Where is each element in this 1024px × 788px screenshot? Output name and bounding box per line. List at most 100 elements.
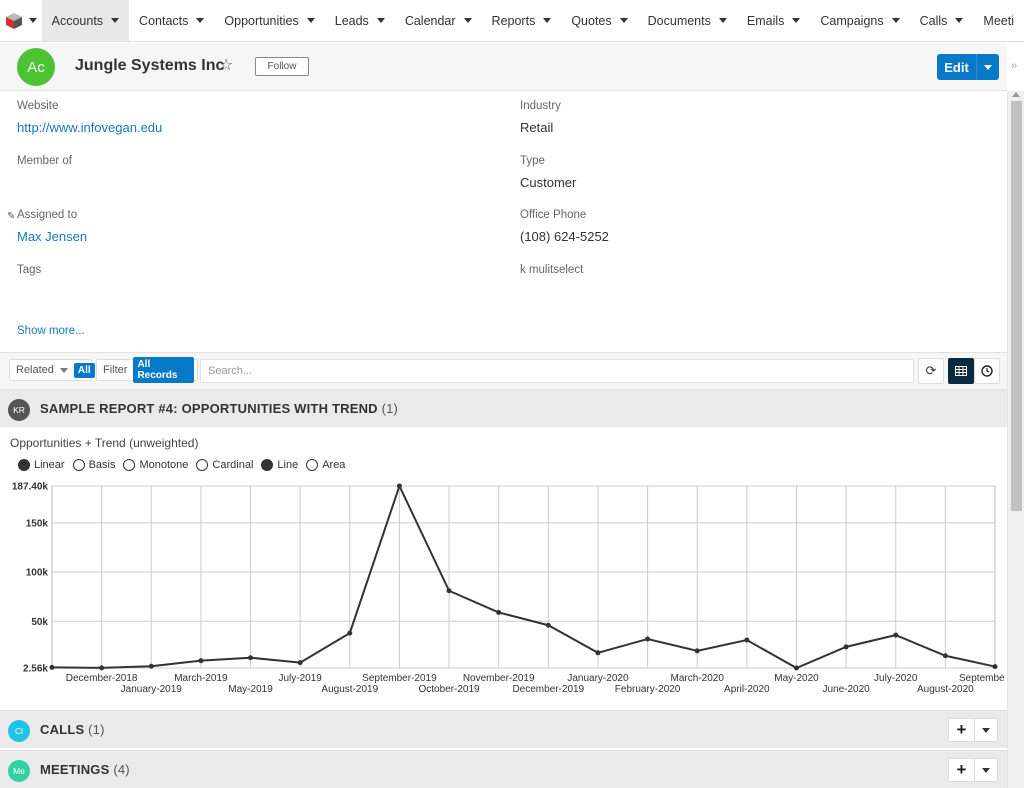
chart-option-label: Area bbox=[322, 459, 346, 471]
scroll-thumb[interactable] bbox=[1011, 101, 1022, 511]
chevron-down-icon[interactable] bbox=[718, 18, 727, 23]
nav-tab-accounts[interactable]: Accounts bbox=[41, 0, 130, 41]
radio-icon[interactable] bbox=[261, 459, 274, 471]
nav-tab-label: Opportunities bbox=[224, 13, 299, 28]
chart-option-cardinal[interactable]: Cardinal bbox=[196, 459, 253, 471]
nav-tab-opportunities[interactable]: Opportunities bbox=[214, 0, 324, 41]
x-tick-label: May-2019 bbox=[228, 684, 273, 695]
chart-option-line[interactable]: Line bbox=[261, 459, 298, 471]
edit-button-group: Edit bbox=[937, 54, 999, 80]
nav-tab-campaigns[interactable]: Campaigns bbox=[810, 0, 909, 41]
data-point bbox=[992, 664, 998, 670]
calls-dashlet-header[interactable]: Cl CALLS (1) + bbox=[0, 710, 1007, 748]
x-tick-label: December-2019 bbox=[512, 684, 584, 695]
chart-option-label: Line bbox=[277, 459, 299, 471]
nav-tab-calls[interactable]: Calls bbox=[910, 0, 974, 41]
chevron-down-icon[interactable] bbox=[792, 18, 801, 23]
y-tick-label: 187.40k bbox=[12, 482, 49, 493]
radio-icon[interactable] bbox=[72, 459, 85, 471]
pencil-icon[interactable]: ✎ bbox=[7, 211, 15, 222]
meetings-dashlet-header[interactable]: Me MEETINGS (4) + bbox=[0, 750, 1007, 788]
chevron-down-icon[interactable] bbox=[111, 18, 120, 23]
opportunities-trend-chart: 2.56k50k100k150k187.40kDecember-2018Janu… bbox=[12, 482, 1005, 696]
nav-tab-label: Contacts bbox=[139, 13, 189, 28]
chevron-down-icon[interactable] bbox=[619, 18, 628, 23]
refresh-icon[interactable]: ⟳ bbox=[918, 358, 944, 384]
follow-button[interactable]: Follow bbox=[255, 57, 309, 76]
assigned-to-label: Assigned to bbox=[17, 209, 78, 221]
nav-tab-leads[interactable]: Leads bbox=[325, 0, 395, 41]
activity-stream-icon[interactable] bbox=[974, 358, 1000, 384]
app-logo-menu[interactable] bbox=[0, 0, 42, 41]
clock-icon bbox=[981, 365, 993, 377]
chevron-down-icon[interactable] bbox=[306, 18, 315, 23]
plot-area bbox=[51, 485, 996, 669]
nav-tab-contacts[interactable]: Contacts bbox=[129, 0, 214, 41]
data-point bbox=[148, 663, 154, 669]
nav-tab-label: Calls bbox=[919, 13, 948, 28]
calls-actions-dropdown[interactable] bbox=[975, 719, 997, 741]
edit-button[interactable]: Edit bbox=[937, 54, 977, 80]
report-dashlet-title: SAMPLE REPORT #4: OPPORTUNITIES WITH TRE… bbox=[40, 401, 398, 416]
report-dashlet-header[interactable]: KR SAMPLE REPORT #4: OPPORTUNITIES WITH … bbox=[0, 389, 1007, 427]
x-tick-label: December-2018 bbox=[66, 673, 138, 684]
plus-icon[interactable]: + bbox=[949, 759, 975, 781]
data-point bbox=[893, 632, 899, 638]
data-point bbox=[545, 622, 551, 628]
plus-icon[interactable]: + bbox=[949, 719, 975, 741]
radio-icon[interactable] bbox=[18, 459, 30, 471]
data-point bbox=[396, 483, 402, 489]
chart-option-label: Linear bbox=[34, 459, 65, 471]
chevron-down-icon[interactable] bbox=[196, 18, 205, 23]
x-tick-label: January-2020 bbox=[567, 673, 629, 684]
chart-option-monotone[interactable]: Monotone bbox=[123, 459, 188, 471]
calls-count: (1) bbox=[88, 722, 105, 737]
data-point bbox=[843, 644, 849, 650]
double-chevron-right-icon[interactable]: » bbox=[1011, 60, 1017, 72]
x-tick-label: October-2019 bbox=[418, 684, 480, 695]
chevron-down-icon[interactable] bbox=[891, 18, 900, 23]
data-point bbox=[793, 665, 799, 671]
nav-tab-meeti[interactable]: Meeti bbox=[973, 0, 1024, 41]
radio-icon[interactable] bbox=[123, 459, 136, 471]
nav-tab-emails[interactable]: Emails bbox=[737, 0, 811, 41]
nav-tab-quotes[interactable]: Quotes bbox=[561, 0, 637, 41]
data-point bbox=[496, 609, 502, 615]
record-header: Ac Jungle Systems Inc ☆ Follow Edit bbox=[0, 43, 1007, 91]
records-filter[interactable]: Filter All Records bbox=[96, 357, 198, 383]
meetings-actions-dropdown[interactable] bbox=[975, 759, 997, 781]
nav-tab-label: Calendar bbox=[404, 13, 456, 28]
chart-option-label: Monotone bbox=[139, 459, 189, 471]
chart-option-basis[interactable]: Basis bbox=[72, 459, 115, 471]
office-phone-value: (108) 624-5252 bbox=[520, 229, 609, 244]
page-scrollbar[interactable] bbox=[1007, 91, 1024, 788]
chevron-down-icon bbox=[982, 727, 990, 733]
chevron-down-icon[interactable] bbox=[543, 18, 552, 23]
all-records-badge[interactable]: All Records bbox=[133, 357, 194, 383]
edit-actions-dropdown[interactable] bbox=[977, 54, 999, 80]
list-view-icon[interactable] bbox=[948, 358, 974, 384]
star-icon[interactable]: ☆ bbox=[219, 55, 233, 75]
chevron-down-icon[interactable] bbox=[463, 18, 472, 23]
chevron-down-icon bbox=[982, 767, 990, 773]
assigned-user-link[interactable]: Max Jensen bbox=[17, 229, 87, 244]
chevron-down-icon[interactable] bbox=[376, 18, 385, 23]
related-all-badge[interactable]: All bbox=[73, 362, 95, 378]
chevron-down-icon[interactable] bbox=[955, 18, 964, 23]
related-filter[interactable]: Related All bbox=[9, 359, 95, 381]
chart-option-linear[interactable]: Linear bbox=[18, 459, 65, 471]
nav-tab-reports[interactable]: Reports bbox=[482, 0, 562, 41]
nav-tab-calendar[interactable]: Calendar bbox=[395, 0, 482, 41]
x-tick-label: November-2019 bbox=[463, 673, 535, 684]
nav-tab-documents[interactable]: Documents bbox=[638, 0, 737, 41]
radio-icon[interactable] bbox=[306, 459, 319, 471]
data-point bbox=[248, 655, 254, 661]
chart-option-area[interactable]: Area bbox=[306, 459, 345, 471]
radio-icon[interactable] bbox=[196, 459, 209, 471]
scroll-up-icon[interactable] bbox=[1012, 92, 1020, 97]
show-more-link[interactable]: Show more... bbox=[17, 325, 85, 337]
search-input[interactable]: Search... bbox=[200, 359, 914, 383]
nav-tab-label: Quotes bbox=[571, 13, 612, 28]
chevron-down-icon bbox=[59, 367, 68, 373]
website-link[interactable]: http://www.infovegan.edu bbox=[17, 120, 162, 135]
